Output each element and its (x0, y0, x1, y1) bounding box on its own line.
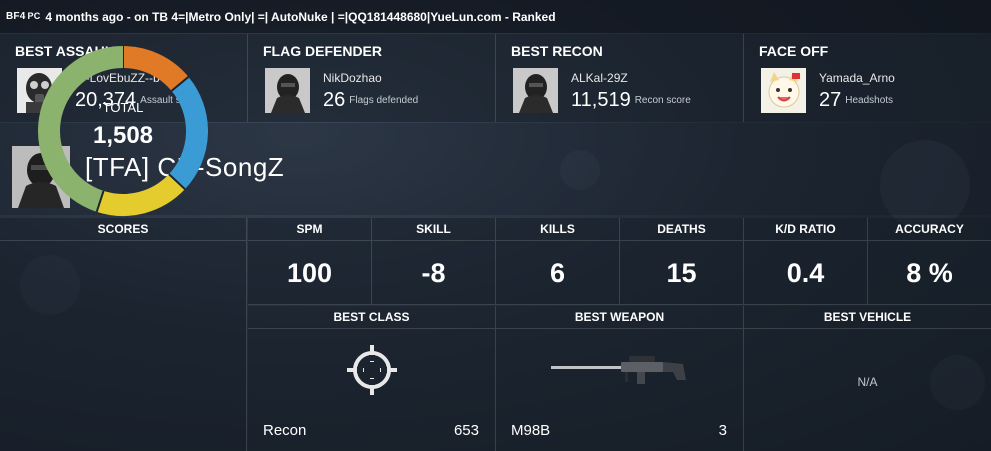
stat-label: ACCURACY (868, 218, 991, 241)
best-vehicle-empty: N/A (857, 375, 878, 389)
award-unit: Headshots (845, 95, 894, 106)
award-flag-defender[interactable]: FLAG DEFENDER NikDozhao 26 Flags defended (248, 34, 496, 122)
stat-kd-ratio: K/D RATIO 0.4 (744, 218, 868, 305)
stat-deaths: DEATHS 15 (620, 218, 744, 305)
best-row: BEST CLASS Recon 653 BEST WEAPON M98B 3 … (248, 306, 991, 451)
best-weapon-label: BEST WEAPON (496, 306, 743, 329)
stat-value: 6 (549, 258, 566, 288)
score-segment-2 (96, 173, 185, 216)
scores-panel: SCORES (0, 218, 247, 451)
total-label: TOTAL (102, 100, 144, 115)
best-vehicle-panel[interactable]: BEST VEHICLE N/A (744, 306, 991, 451)
soldier-silhouette-icon[interactable] (265, 68, 310, 113)
stat-label: K/D RATIO (744, 218, 867, 241)
stat-value: 15 (666, 258, 697, 288)
stat-value: -8 (421, 258, 446, 288)
best-class-score: 653 (453, 422, 479, 439)
game-badge: BF4 PC (6, 11, 41, 22)
best-class-panel[interactable]: BEST CLASS Recon 653 (248, 306, 496, 451)
best-weapon-panel[interactable]: BEST WEAPON M98B 3 (496, 306, 744, 451)
battle-report-header: BF4 PC 4 months ago - on TB 4=|Metro Onl… (0, 0, 991, 33)
best-class-label: BEST CLASS (248, 306, 495, 329)
award-title: FACE OFF (759, 43, 829, 59)
stat-value: 100 (286, 258, 333, 288)
award-best-recon[interactable]: BEST RECON ALKal-29Z 11,519 Recon score (496, 34, 744, 122)
best-class-name: Recon (263, 422, 307, 439)
stat-value: 0.4 (786, 258, 825, 288)
best-weapon-name: M98B (511, 422, 551, 439)
best-vehicle-label: BEST VEHICLE (744, 306, 991, 329)
soldier-silhouette-icon[interactable] (513, 68, 558, 113)
award-unit: Flags defended (349, 95, 419, 106)
award-title: BEST RECON (511, 43, 603, 59)
stat-kills: KILLS 6 (496, 218, 620, 305)
award-player-name[interactable]: ALKal-29Z (571, 71, 628, 85)
stat-label: DEATHS (620, 218, 743, 241)
stat-spm: SPM 100 (248, 218, 372, 305)
award-title: FLAG DEFENDER (263, 43, 382, 59)
scores-label: SCORES (0, 218, 246, 241)
stat-accuracy: ACCURACY 8 % (868, 218, 991, 305)
award-player-name[interactable]: NikDozhao (323, 71, 382, 85)
best-weapon-kills: 3 (718, 422, 727, 439)
stat-value: 8 % (906, 258, 953, 288)
recon-crosshair-icon (248, 342, 495, 398)
award-value: 26 Flags defended (323, 89, 419, 111)
award-unit: Recon score (634, 95, 691, 106)
stat-skill: SKILL -8 (372, 218, 496, 305)
score-segment-0 (122, 46, 189, 92)
sniper-rifle-icon (496, 342, 743, 398)
cartoon-cat-icon[interactable] (761, 68, 806, 113)
stat-label: SPM (248, 218, 371, 241)
stat-grid: SPM 100 SKILL -8 KILLS 6 DEATHS 15 K/D R… (248, 218, 991, 305)
stat-label: SKILL (372, 218, 495, 241)
award-value: 11,519 Recon score (571, 89, 691, 111)
stat-label: KILLS (496, 218, 619, 241)
server-info[interactable]: 4 months ago - on TB 4=|Metro Only| =| A… (45, 10, 555, 24)
award-player-name[interactable]: Yamada_Arno (819, 71, 895, 85)
award-value: 27 Headshots (819, 89, 894, 111)
award-face-off[interactable]: FACE OFF Yamada_Arno 27 Headshots (744, 34, 991, 122)
total-value: 1,508 (92, 122, 154, 149)
